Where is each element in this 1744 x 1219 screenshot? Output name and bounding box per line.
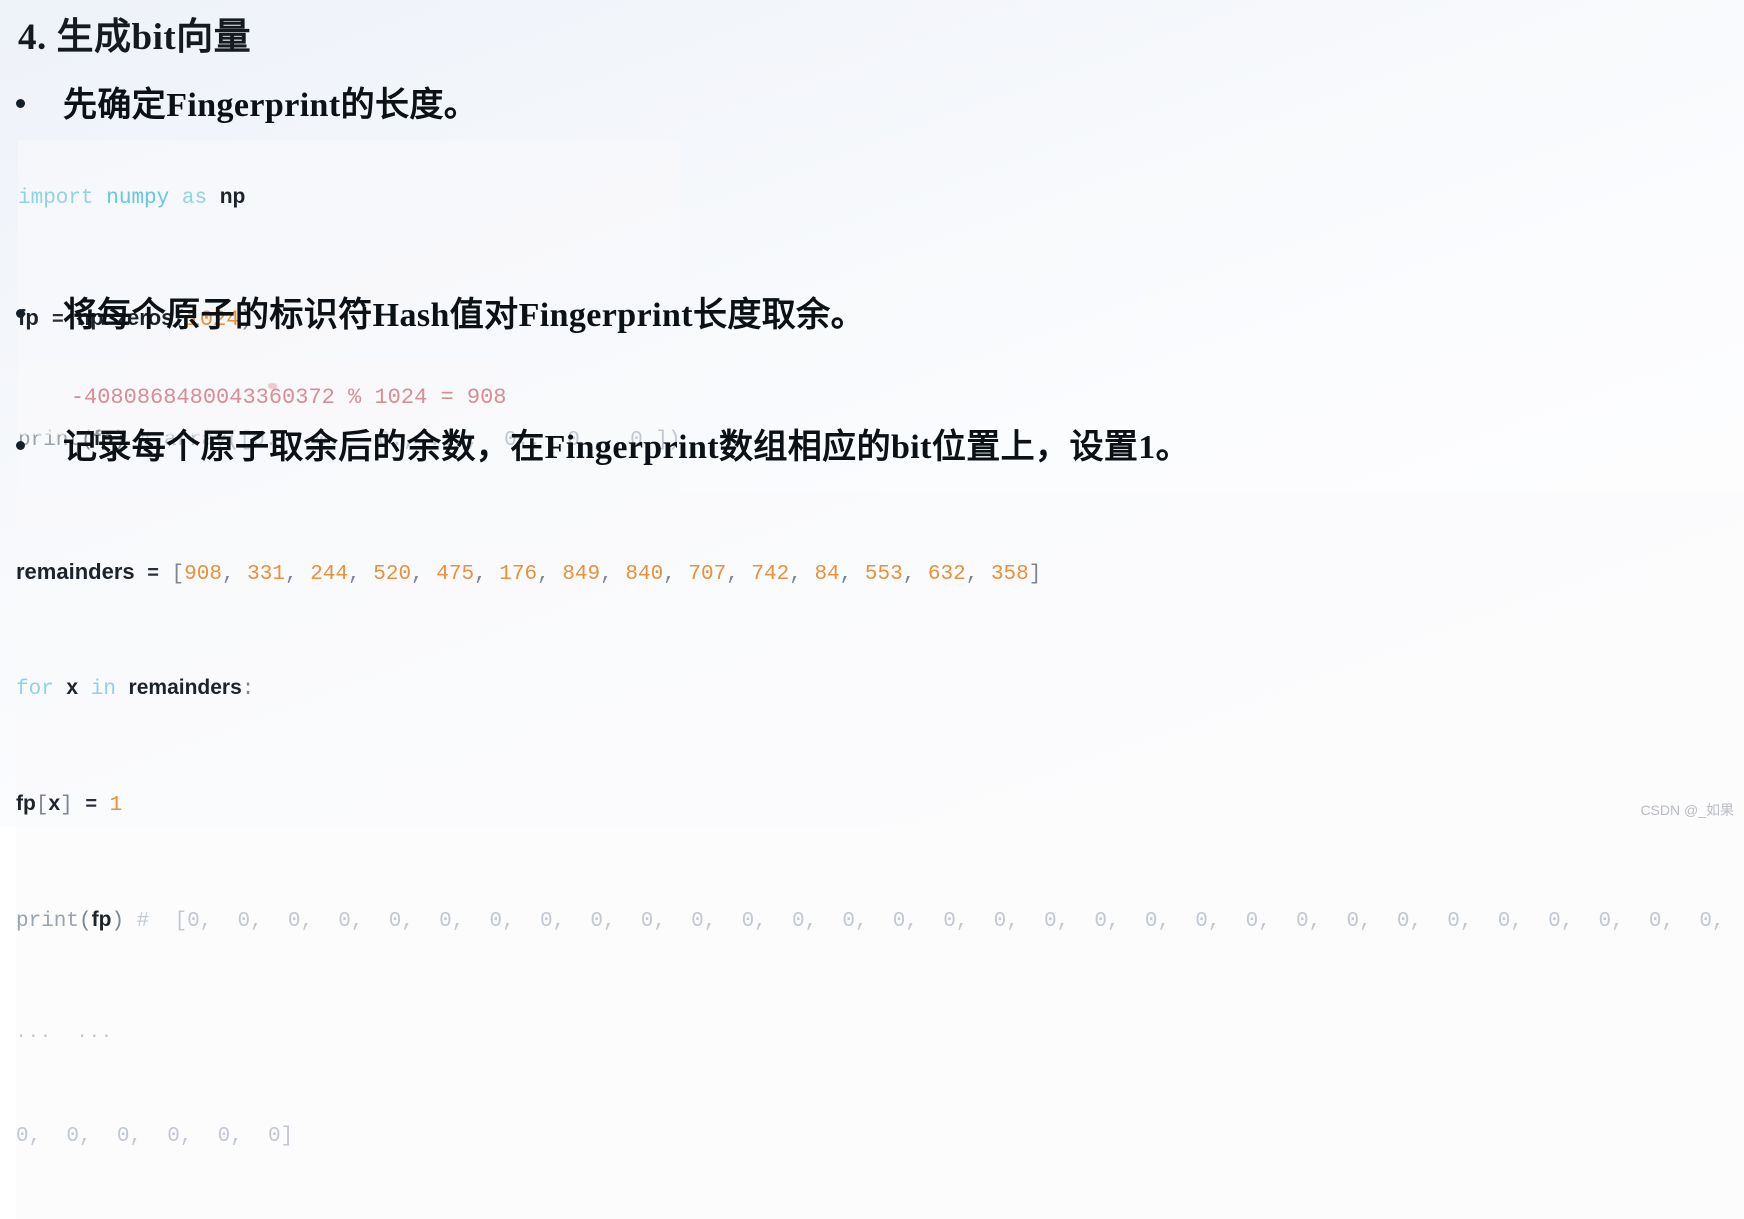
code-line-assign: fp[x] = 1: [16, 793, 1744, 840]
remainder-value: 742: [751, 563, 790, 586]
remainder-separator: ,: [965, 563, 991, 586]
remainder-value: 84: [814, 563, 840, 586]
remainder-value: 358: [990, 563, 1029, 586]
token-comment-bitarray: # [0, 0, 0, 0, 0, 0, 0, 0, 0, 0, 0, 0, 0…: [136, 910, 1725, 933]
code-line-tail: 0, 0, 0, 0, 0, 0]: [16, 1125, 294, 1148]
remainder-separator: ,: [789, 563, 815, 586]
token-colon: :: [241, 678, 255, 701]
token-module-numpy: numpy: [106, 187, 170, 210]
token-paren-close-3: ): [111, 910, 125, 933]
token-keyword-import: import: [18, 187, 94, 210]
remainder-separator: ,: [663, 563, 689, 586]
bullet-item-2: 将每个原子的标识符Hash值对Fingerprint长度取余。: [16, 287, 865, 336]
token-number-one: 1: [109, 794, 123, 817]
watermark: CSDN @_如果: [1640, 802, 1734, 818]
remainder-separator: ,: [726, 563, 752, 586]
remainder-value: 520: [373, 563, 412, 586]
token-index-x: x: [48, 792, 61, 815]
token-seq-remainders: remainders: [128, 676, 242, 699]
token-equals-remainders: =: [147, 562, 159, 584]
token-index-open: [: [35, 794, 49, 817]
remainder-value: 840: [625, 563, 664, 586]
token-arg-fp-2: fp: [91, 908, 112, 931]
token-bracket-open: [: [171, 563, 185, 586]
remainder-value: 475: [436, 563, 475, 586]
token-target-fp: fp: [16, 792, 36, 815]
token-equals-assign: =: [85, 793, 98, 815]
bullet-label-2: 将每个原子的标识符Hash值对Fingerprint长度取余。: [63, 297, 865, 334]
token-bracket-close: ]: [1028, 563, 1042, 586]
bullet-dot-icon: [16, 99, 25, 108]
remainder-value: 244: [310, 563, 349, 586]
token-paren-open-3: (: [79, 910, 92, 933]
token-alias-np: np: [219, 185, 246, 208]
remainder-separator: ,: [902, 563, 928, 586]
remainder-separator: ,: [537, 563, 563, 586]
code-line-remainders: remainders = [908, 331, 244, 520, 475, 1…: [16, 561, 1744, 608]
remainder-value: 632: [927, 563, 966, 586]
remainder-value: 849: [562, 563, 601, 586]
remainder-separator: ,: [221, 563, 248, 586]
token-keyword-as: as: [181, 187, 208, 210]
remainders-values: 908, 331, 244, 520, 475, 176, 849, 840, …: [184, 563, 1029, 586]
remainder-value: 176: [499, 563, 538, 586]
remainder-separator: ,: [411, 563, 437, 586]
bullet-dot-icon-2: [16, 309, 25, 318]
remainder-separator: ,: [474, 563, 500, 586]
code-line-modulo-expression: -4080868480043360372 % 1024 = 908: [70, 385, 507, 410]
remainder-separator: ,: [348, 563, 374, 586]
bullet-label-3: 记录每个原子取余后的余数，在Fingerprint数组相应的bit位置上，设置1…: [63, 429, 1191, 466]
code-line-for: for x in remainders:: [16, 677, 1744, 724]
token-keyword-in: in: [90, 678, 116, 701]
remainder-value: 553: [864, 563, 903, 586]
code-line-print-fp: print(fp) # [0, 0, 0, 0, 0, 0, 0, 0, 0, …: [16, 909, 1744, 956]
code-line-import: import numpy as np: [18, 186, 681, 238]
code-line-ellipsis: ... ...: [16, 1024, 114, 1043]
remainder-value: 331: [247, 563, 285, 586]
token-iter-x: x: [66, 676, 79, 699]
remainder-value: 707: [688, 563, 727, 586]
bullet-dot-icon-3: [16, 441, 25, 450]
page-title: 4. 生成bit向量: [18, 17, 252, 58]
code-block-loop: remainders = [908, 331, 244, 520, 475, 1…: [16, 492, 1744, 1219]
remainder-value: 908: [184, 563, 222, 586]
bullet-label-1: 先确定Fingerprint的长度。: [63, 87, 479, 124]
remainder-separator: ,: [839, 563, 865, 586]
remainder-separator: ,: [600, 563, 626, 586]
remainder-separator: ,: [284, 563, 311, 586]
slide-content: 4. 生成bit向量 先确定Fingerprint的长度。 import num…: [0, 0, 1744, 1219]
token-keyword-for: for: [16, 678, 54, 701]
token-var-remainders: remainders: [16, 559, 135, 584]
token-index-close: ]: [60, 794, 73, 817]
bullet-item-3: 记录每个原子取余后的余数，在Fingerprint数组相应的bit位置上，设置1…: [16, 419, 1190, 468]
bullet-item-1: 先确定Fingerprint的长度。: [16, 77, 478, 126]
token-fn-print-2: print: [16, 910, 80, 933]
